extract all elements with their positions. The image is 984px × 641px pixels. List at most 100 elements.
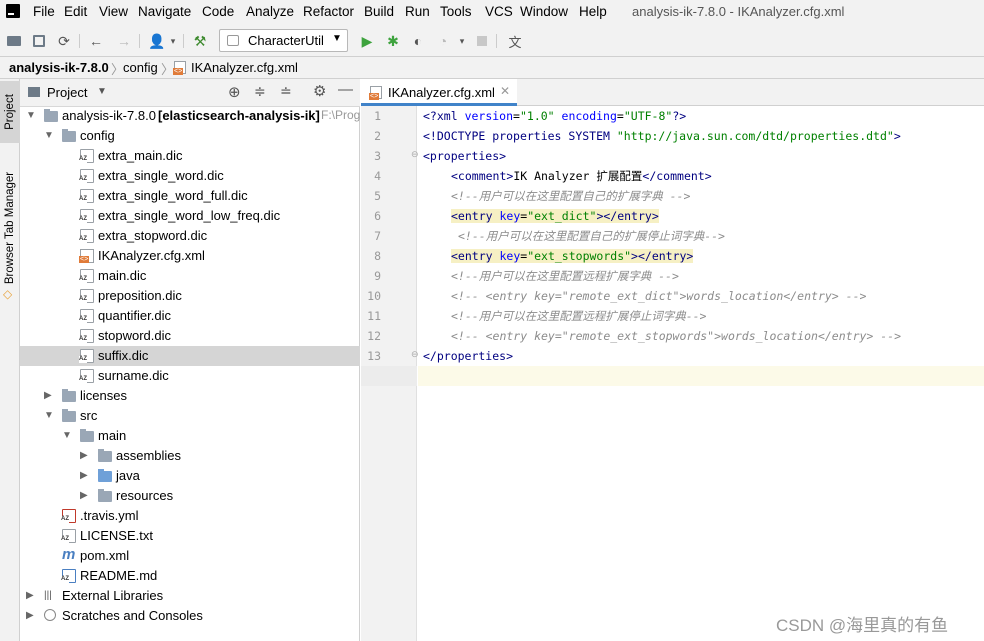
sync-icon[interactable]: ⟳ (54, 31, 74, 51)
menu-help[interactable]: Help (579, 4, 607, 19)
intellij-logo-icon[interactable] (6, 4, 20, 18)
text-file-icon (61, 529, 76, 543)
menu-file[interactable]: File (33, 4, 55, 19)
tree-item[interactable]: suffix.dic (20, 346, 360, 366)
tree-item-label: assemblies (116, 448, 182, 463)
text-file-icon (79, 209, 94, 223)
watermark: CSDN @海里真的有鱼 (776, 616, 949, 635)
tree-item-label: quantifier.dic (98, 308, 171, 323)
forward-arrow-icon[interactable]: → (114, 31, 134, 51)
tree-item[interactable]: main.dic (20, 266, 360, 286)
project-tool-tab[interactable]: Project (0, 81, 20, 143)
tree-item[interactable]: ▶ resources (20, 486, 360, 506)
chevron-right-icon[interactable]: ▶ (80, 486, 92, 506)
project-view-title[interactable]: Project (47, 85, 87, 100)
tree-item-label: preposition.dic (98, 288, 182, 303)
menu-bar: File Edit View Navigate Code Analyze Ref… (0, 0, 984, 25)
stop-icon[interactable] (472, 31, 492, 51)
build-hammer-icon[interactable]: ⚒ (190, 31, 210, 51)
chevron-right-icon[interactable]: ▶ (80, 446, 92, 466)
bookmark-tag-icon[interactable]: ◇ (3, 287, 12, 301)
browser-tab-manager-tab[interactable]: Browser Tab Manager (0, 163, 20, 293)
tree-item[interactable]: surname.dic (20, 366, 360, 386)
tree-item[interactable]: extra_main.dic (20, 146, 360, 166)
project-view-chevron-icon[interactable]: ▼ (97, 86, 107, 97)
tree-item[interactable]: preposition.dic (20, 286, 360, 306)
menu-analyze[interactable]: Analyze (246, 4, 294, 19)
menu-refactor[interactable]: Refactor (303, 4, 354, 19)
menu-navigate[interactable]: Navigate (138, 4, 191, 19)
chevron-right-icon[interactable]: ▶ (44, 386, 56, 406)
text-file-icon (79, 289, 94, 303)
fold-marker-icon[interactable]: ⊖ (411, 149, 419, 160)
tree-item[interactable]: ▶ Scratches and Consoles (20, 606, 360, 626)
profile-icon[interactable]: ◔ (433, 31, 453, 51)
tree-item[interactable]: IKAnalyzer.cfg.xml (20, 246, 360, 266)
chevron-down-icon[interactable]: ▼ (44, 406, 56, 426)
run-configuration-selector[interactable]: CharacterUtil ▼ (219, 29, 348, 52)
fold-marker-icon[interactable]: ⊖ (411, 349, 419, 360)
chevron-down-icon[interactable]: ▼ (26, 106, 38, 126)
tree-item[interactable]: extra_single_word_low_freq.dic (20, 206, 360, 226)
editor-tab-ikanalyzer[interactable]: IKAnalyzer.cfg.xml ✕ (361, 79, 517, 106)
tree-item-label: suffix.dic (98, 348, 149, 363)
tree-item[interactable]: ▼ main (20, 426, 360, 446)
tool-window-strip: Project Browser Tab Manager ◇ (0, 79, 20, 641)
chevron-right-icon[interactable]: ▶ (80, 466, 92, 486)
collapse-all-icon[interactable]: ≐ (280, 83, 292, 100)
breadcrumb-folder[interactable]: config (123, 60, 158, 75)
chevron-down-icon[interactable]: ▼ (62, 426, 74, 446)
more-run-chevron-icon[interactable]: ▾ (452, 31, 472, 51)
tree-item[interactable]: LICENSE.txt (20, 526, 360, 546)
tree-item[interactable]: ▶ ||| External Libraries (20, 586, 360, 606)
menu-build[interactable]: Build (364, 4, 394, 19)
user-dropdown-chevron-icon[interactable]: ▾ (163, 31, 183, 51)
code-line-5: <!--用户可以在这里配置自己的扩展字典 --> (451, 189, 691, 203)
tree-item[interactable]: ▼ src (20, 406, 360, 426)
locate-file-icon[interactable]: ⊕ (228, 83, 241, 101)
menu-code[interactable]: Code (202, 4, 234, 19)
expand-all-icon[interactable]: ≑ (254, 83, 266, 100)
module-folder-icon (44, 109, 58, 122)
tree-item-label: LICENSE.txt (80, 528, 153, 543)
tree-item[interactable]: ▼ config (20, 126, 360, 146)
menu-run[interactable]: Run (405, 4, 430, 19)
chevron-down-icon[interactable]: ▼ (44, 126, 56, 146)
tree-root-row[interactable]: ▼ analysis-ik-7.8.0 [elasticsearch-analy… (20, 106, 360, 126)
menu-vcs[interactable]: VCS (485, 4, 513, 19)
chevron-right-icon[interactable]: ▶ (26, 586, 38, 606)
save-all-icon[interactable] (29, 31, 49, 51)
tree-item[interactable]: stopword.dic (20, 326, 360, 346)
project-view-icon (28, 87, 40, 97)
menu-window[interactable]: Window (520, 4, 568, 19)
menu-tools[interactable]: Tools (440, 4, 472, 19)
tree-item-label: extra_single_word.dic (98, 168, 224, 183)
tree-item[interactable]: ▶ licenses (20, 386, 360, 406)
close-tab-icon[interactable]: ✕ (500, 84, 510, 98)
minimize-icon[interactable]: — (338, 81, 353, 98)
gear-icon[interactable]: ⚙ (313, 82, 326, 100)
menu-view[interactable]: View (99, 4, 128, 19)
tree-item[interactable]: .travis.yml (20, 506, 360, 526)
tree-item[interactable]: extra_single_word_full.dic (20, 186, 360, 206)
tree-item-label: External Libraries (62, 588, 164, 603)
tree-item[interactable]: ▶ java (20, 466, 360, 486)
translate-icon[interactable]: 文 (505, 31, 525, 51)
tree-item[interactable]: quantifier.dic (20, 306, 360, 326)
tree-item[interactable]: m pom.xml (20, 546, 360, 566)
tree-item[interactable]: ▶ assemblies (20, 446, 360, 466)
open-folder-icon[interactable] (4, 31, 24, 51)
tree-item[interactable]: extra_single_word.dic (20, 166, 360, 186)
run-config-chevron-icon: ▼ (332, 33, 342, 44)
code-line-12: <!-- <entry key="remote_ext_stopwords">w… (451, 329, 902, 343)
coverage-icon[interactable]: ◐ (408, 31, 428, 51)
breadcrumb-file[interactable]: IKAnalyzer.cfg.xml (191, 60, 298, 75)
run-icon[interactable]: ▶ (357, 31, 377, 51)
menu-edit[interactable]: Edit (64, 4, 87, 19)
breadcrumb-project[interactable]: analysis-ik-7.8.0 (9, 60, 109, 75)
debug-bug-icon[interactable]: ✱ (383, 31, 403, 51)
tree-item[interactable]: README.md (20, 566, 360, 586)
back-arrow-icon[interactable]: ← (86, 31, 106, 51)
tree-item[interactable]: extra_stopword.dic (20, 226, 360, 246)
chevron-right-icon[interactable]: ▶ (26, 606, 38, 626)
